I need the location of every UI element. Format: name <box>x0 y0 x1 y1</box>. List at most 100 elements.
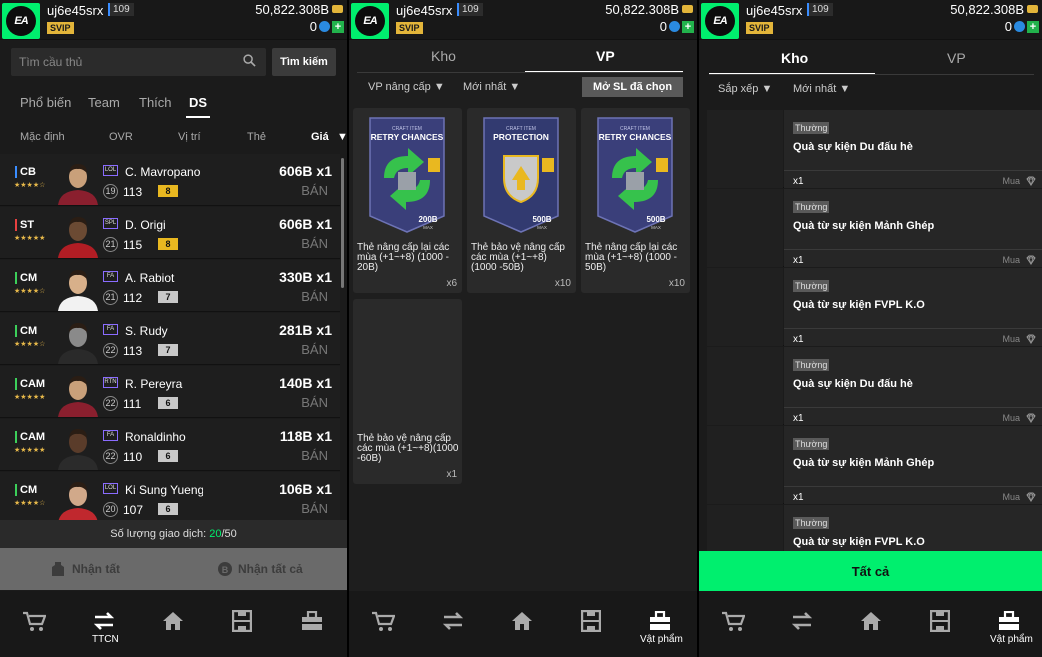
pitch-icon[interactable] <box>579 609 603 633</box>
top-header: EA uj6e45srx 109 SVIP 50,822.308B 0 + <box>0 0 347 40</box>
shop-cart-icon[interactable] <box>371 609 395 633</box>
ea-logo[interactable]: EA <box>2 3 40 39</box>
home-icon[interactable] <box>510 609 534 633</box>
player-portrait <box>58 482 98 523</box>
filter-sort[interactable]: Sắp xếp ▼ <box>718 83 772 95</box>
sort-card[interactable]: Thẻ <box>247 131 266 143</box>
transfer-icon[interactable] <box>790 609 814 633</box>
tab-list[interactable]: DS <box>189 95 207 110</box>
trade-count: Số lượng giao dịch: 20/50 <box>0 520 347 548</box>
gift-name: Quà từ sự kiện FVPL K.O <box>793 536 925 548</box>
inventory-bag-icon[interactable] <box>300 609 324 633</box>
player-portrait <box>58 217 98 258</box>
search-input[interactable]: Tìm cầu thủ <box>11 48 266 76</box>
pitch-icon[interactable] <box>928 609 952 633</box>
inventory-bag-icon[interactable] <box>997 609 1021 633</box>
rating-stars: ★★★★☆ <box>14 341 46 348</box>
item-card[interactable]: CRAFT ITEM RETRY CHANCES 200B MAX Thẻ nâng c… <box>353 108 462 293</box>
filter-upgrade-items[interactable]: VP nâng cấp ▼ <box>368 81 445 93</box>
gift-item[interactable]: Thường Quà sự kiện Du đấu hè x1 Mua <box>707 110 1042 188</box>
player-row[interactable]: CB ★★★★☆ LOL C. Mavropano 19 113 8 606B x1 BÁN <box>0 154 340 206</box>
diamond-icon <box>1026 334 1036 344</box>
gift-quantity: x1 <box>793 413 804 424</box>
buy-button[interactable]: Mua <box>1002 334 1020 344</box>
sort-price[interactable]: Giá <box>311 131 329 143</box>
list-scrollbar[interactable] <box>341 158 344 288</box>
top-header: EA uj6e45srx 109 SVIP 50,822.308B 0 + <box>349 0 697 40</box>
sort-ovr[interactable]: OVR <box>109 131 133 143</box>
sell-button[interactable]: BÁN <box>301 342 328 357</box>
player-portrait <box>58 164 98 205</box>
ea-logo[interactable]: EA <box>351 3 389 39</box>
transfer-icon[interactable] <box>441 609 465 633</box>
home-icon[interactable] <box>859 609 883 633</box>
player-row[interactable]: CAM ★★★★★ RTN R. Pereyra 22 111 6 140B x1 BÁN <box>0 366 340 418</box>
chevron-down-icon: ▼ <box>839 83 851 95</box>
transfer-icon[interactable] <box>92 609 116 633</box>
rating-stars: ★★★★★ <box>14 447 46 454</box>
buy-button[interactable]: Mua <box>1002 255 1020 265</box>
sell-button[interactable]: BÁN <box>301 448 328 463</box>
tab-storage[interactable]: Kho <box>431 48 456 64</box>
add-currency-button[interactable]: + <box>682 21 694 33</box>
chevron-down-icon: ▼ <box>761 83 773 95</box>
gift-quantity: x1 <box>793 176 804 187</box>
item-card[interactable]: CRAFT ITEM RETRY CHANCES 500B MAX Thẻ nâng c… <box>581 108 690 293</box>
receive-button[interactable]: Nhận tất <box>72 562 120 576</box>
player-row[interactable]: CM ★★★★☆ LOL Ki Sung Yueng 20 107 6 106B x1 BÁN <box>0 472 340 524</box>
pitch-icon[interactable] <box>230 609 254 633</box>
inventory-bag-icon[interactable] <box>648 609 672 633</box>
upgrade-level-badge: 8 <box>158 185 178 197</box>
tab-team[interactable]: Team <box>88 95 120 110</box>
player-row[interactable]: CM ★★★★☆ FA A. Rabiot 21 112 7 330B x1 BÁN <box>0 260 340 312</box>
sell-button[interactable]: BÁN <box>301 289 328 304</box>
open-selected-button[interactable]: Mở SL đã chọn <box>582 77 683 97</box>
gift-item[interactable]: Thường Quà từ sự kiện FVPL K.O x1 Mua <box>707 268 1042 346</box>
player-row[interactable]: CM ★★★★☆ FA S. Rudy 22 113 7 281B x1 BÁN <box>0 313 340 365</box>
claim-bar: Nhận tất B Nhận tất cả <box>0 548 347 590</box>
gift-item[interactable]: Thường Quà từ sự kiện Mảnh Ghép x1 Mua <box>707 189 1042 267</box>
tab-favorite[interactable]: Thích <box>139 95 172 110</box>
ea-logo[interactable]: EA <box>701 3 739 39</box>
player-row[interactable]: CAM ★★★★★ FA Ronaldinho 22 110 6 118B x1 BÁN <box>0 419 340 471</box>
gift-item[interactable]: Thường Quà từ sự kiện Mảnh Ghép x1 Mua <box>707 426 1042 504</box>
filter-upgrade-label: VP nâng cấp <box>368 81 431 93</box>
sell-button[interactable]: BÁN <box>301 501 328 516</box>
receive-all-button[interactable]: Nhận tất cả <box>238 562 303 576</box>
item-card[interactable]: Thẻ bảo vệ nâng cấp các mùa (+1~+8)(1000… <box>353 299 462 484</box>
add-currency-button[interactable]: + <box>1027 21 1039 33</box>
buy-button[interactable]: Mua <box>1002 176 1020 186</box>
sell-button[interactable]: BÁN <box>301 395 328 410</box>
rating-stars: ★★★★★ <box>14 235 46 242</box>
tab-divider <box>709 74 1034 75</box>
inventory-storage-panel: EA uj6e45srx 109 SVIP 50,822.308B 0 + Kh… <box>699 0 1042 657</box>
divider <box>784 486 1042 487</box>
open-all-button[interactable]: Tất cả <box>699 551 1042 593</box>
filter-newest[interactable]: Mới nhất ▼ <box>793 83 850 95</box>
gift-quantity: x1 <box>793 334 804 345</box>
sort-position[interactable]: Vị trí <box>178 131 201 143</box>
shop-cart-icon[interactable] <box>22 609 46 633</box>
sell-button[interactable]: BÁN <box>301 236 328 251</box>
home-icon[interactable] <box>161 609 185 633</box>
season-badge: LOL <box>103 165 118 176</box>
filter-newest[interactable]: Mới nhất ▼ <box>463 81 520 93</box>
tab-popular[interactable]: Phổ biến <box>20 95 71 110</box>
gift-item[interactable]: Thường Quà sự kiện Du đấu hè x1 Mua <box>707 347 1042 425</box>
sell-button[interactable]: BÁN <box>301 183 328 198</box>
tab-storage[interactable]: Kho <box>781 50 808 66</box>
item-card[interactable]: CRAFT ITEM PROTECTION 500B MAX Thẻ bảo vệ nâ… <box>467 108 576 293</box>
player-portrait <box>58 323 98 364</box>
gift-details: Thường Quà sự kiện Du đấu hè x1 Mua <box>784 347 1042 425</box>
tab-vp[interactable]: VP <box>596 48 615 64</box>
tab-vp[interactable]: VP <box>947 50 966 66</box>
player-row[interactable]: ST ★★★★★ SPL D. Origi 21 115 8 606B x1 BÁN <box>0 207 340 259</box>
sort-default[interactable]: Mặc định <box>20 131 65 143</box>
buy-button[interactable]: Mua <box>1002 492 1020 502</box>
shop-cart-icon[interactable] <box>721 609 745 633</box>
add-currency-button[interactable]: + <box>332 21 344 33</box>
buy-button[interactable]: Mua <box>1002 413 1020 423</box>
coin-balance: 50,822.308B <box>950 2 1024 17</box>
search-button[interactable]: Tìm kiếm <box>272 48 336 76</box>
rarity-tag: Thường <box>793 359 830 371</box>
